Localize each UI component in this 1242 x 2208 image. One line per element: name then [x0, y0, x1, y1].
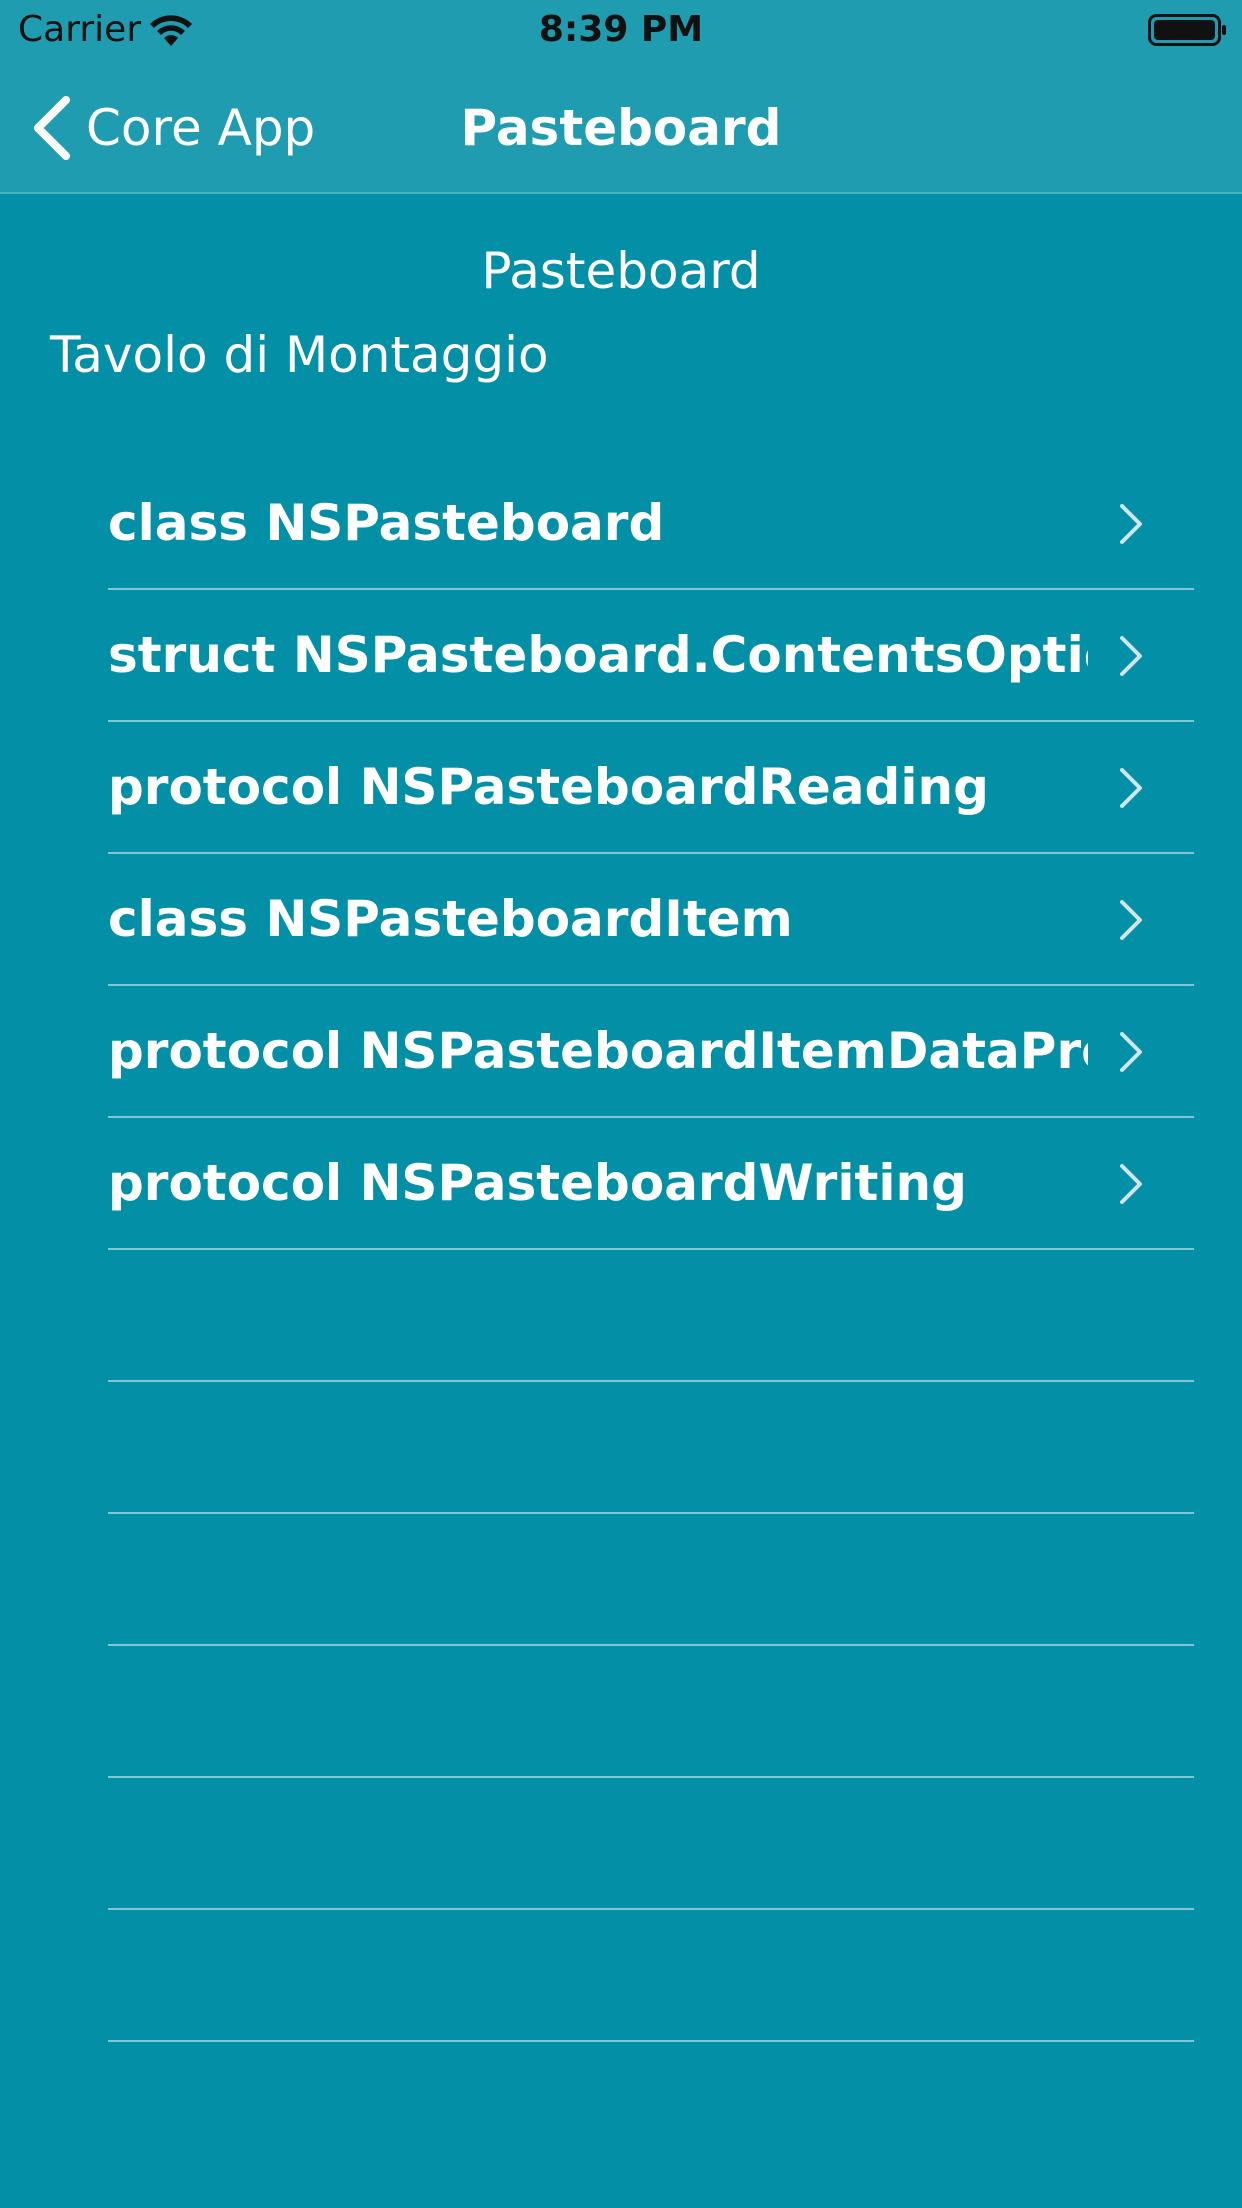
- list-item-label: protocol NSPasteboardReading: [108, 758, 989, 816]
- chevron-right-icon: [1120, 900, 1142, 940]
- list-item[interactable]: protocol NSPasteboardItemDataProvi...: [108, 986, 1194, 1118]
- list-item[interactable]: class NSPasteboardItem: [108, 854, 1194, 986]
- empty-row: [108, 1382, 1194, 1514]
- list-item-label: protocol NSPasteboardWriting: [108, 1154, 967, 1212]
- table-list: class NSPasteboard struct NSPasteboard.C…: [0, 458, 1242, 2042]
- list-item[interactable]: class NSPasteboard: [108, 458, 1194, 590]
- chevron-right-icon: [1120, 768, 1142, 808]
- list-item-label: struct NSPasteboard.ContentsOptions: [108, 626, 1088, 684]
- empty-row: [108, 1646, 1194, 1778]
- chevron-right-icon: [1120, 504, 1142, 544]
- chevron-right-icon: [1120, 636, 1142, 676]
- status-time: 8:39 PM: [538, 9, 704, 50]
- empty-row: [108, 1910, 1194, 2042]
- navigation-bar: Carrier 8:39 PM Core App Pasteboard: [0, 0, 1242, 194]
- chevron-right-icon: [1120, 1032, 1142, 1072]
- subtitle: Tavolo di Montaggio: [50, 326, 549, 384]
- chevron-right-icon: [1120, 1164, 1142, 1204]
- empty-row: [108, 1514, 1194, 1646]
- list-item[interactable]: protocol NSPasteboardWriting: [108, 1118, 1194, 1250]
- screen: Carrier 8:39 PM Core App Pasteboard Past…: [0, 0, 1242, 2208]
- list-item[interactable]: protocol NSPasteboardReading: [108, 722, 1194, 854]
- list-item[interactable]: struct NSPasteboard.ContentsOptions: [108, 590, 1194, 722]
- battery-icon: [1148, 14, 1226, 46]
- nav-title: Pasteboard: [460, 99, 782, 157]
- list-item-label: class NSPasteboardItem: [108, 890, 793, 948]
- empty-row: [108, 1250, 1194, 1382]
- section-title: Pasteboard: [481, 242, 761, 300]
- list-item-label: class NSPasteboard: [108, 494, 665, 552]
- empty-row: [108, 1778, 1194, 1910]
- list-item-label: protocol NSPasteboardItemDataProvi...: [108, 1022, 1088, 1080]
